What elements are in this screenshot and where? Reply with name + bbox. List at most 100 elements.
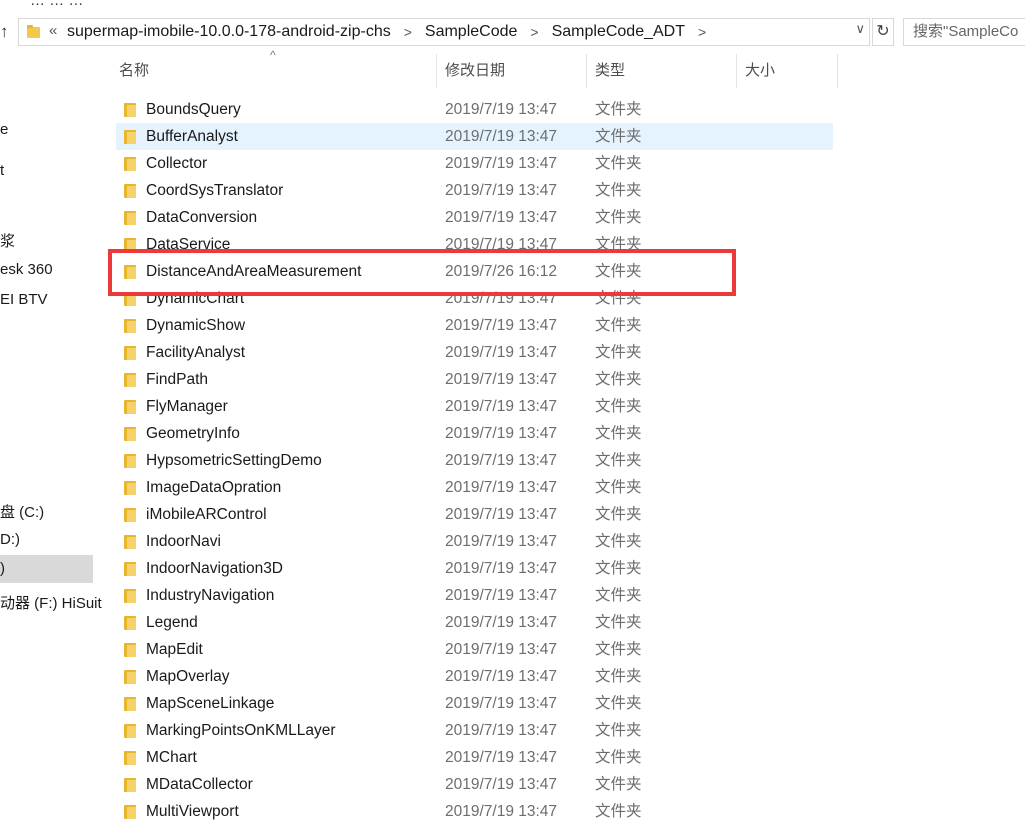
file-row[interactable]: iMobileARControl 2019/7/19 13:47 文件夹: [116, 501, 833, 528]
file-name[interactable]: DistanceAndAreaMeasurement: [146, 258, 361, 285]
file-row[interactable]: MDataCollector 2019/7/19 13:47 文件夹: [116, 771, 833, 798]
file-row[interactable]: HypsometricSettingDemo 2019/7/19 13:47 文件夹: [116, 447, 833, 474]
file-row[interactable]: MChart 2019/7/19 13:47 文件夹: [116, 744, 833, 771]
file-type: 文件夹: [595, 290, 642, 307]
file-name[interactable]: DataService: [146, 231, 230, 258]
file-row[interactable]: IndoorNavigation3D 2019/7/19 13:47 文件夹: [116, 555, 833, 582]
file-row[interactable]: FacilityAnalyst 2019/7/19 13:47 文件夹: [116, 339, 833, 366]
file-name[interactable]: MultiViewport: [146, 798, 239, 825]
file-row[interactable]: FlyManager 2019/7/19 13:47 文件夹: [116, 393, 833, 420]
file-row[interactable]: DataService 2019/7/19 13:47 文件夹: [116, 231, 833, 258]
file-name[interactable]: MapEdit: [146, 636, 203, 663]
file-row[interactable]: DynamicChart 2019/7/19 13:47 文件夹: [116, 285, 833, 312]
file-name[interactable]: ImageDataOpration: [146, 474, 281, 501]
file-row[interactable]: IndustryNavigation 2019/7/19 13:47 文件夹: [116, 582, 833, 609]
nav-item-drive-d[interactable]: D:): [0, 531, 20, 548]
column-header-size[interactable]: 大小: [745, 54, 775, 88]
folder-icon: [124, 616, 136, 630]
ribbon-fragment-text: … … …: [30, 0, 84, 9]
file-name[interactable]: HypsometricSettingDemo: [146, 447, 322, 474]
column-divider[interactable]: [736, 54, 737, 88]
file-modified-date: 2019/7/19 13:47: [445, 290, 558, 307]
file-type: 文件夹: [595, 155, 642, 172]
file-type: 文件夹: [595, 317, 642, 334]
file-row[interactable]: MapEdit 2019/7/19 13:47 文件夹: [116, 636, 833, 663]
breadcrumb-item[interactable]: SampleCode_ADT: [552, 23, 685, 41]
file-name[interactable]: BoundsQuery: [146, 96, 241, 123]
file-name[interactable]: MarkingPointsOnKMLLayer: [146, 717, 336, 744]
file-row[interactable]: MapOverlay 2019/7/19 13:47 文件夹: [116, 663, 833, 690]
file-row[interactable]: DistanceAndAreaMeasurement 2019/7/26 16:1…: [116, 258, 833, 285]
folder-icon: [124, 508, 136, 522]
file-row[interactable]: MarkingPointsOnKMLLayer 2019/7/19 13:47 文件…: [116, 717, 833, 744]
file-row[interactable]: CoordSysTranslator 2019/7/19 13:47 文件夹: [116, 177, 833, 204]
file-type: 文件夹: [595, 587, 642, 604]
breadcrumb-item[interactable]: supermap-imobile-10.0.0-178-android-zip-…: [67, 23, 391, 41]
column-divider[interactable]: [837, 54, 838, 88]
file-row[interactable]: DataConversion 2019/7/19 13:47 文件夹: [116, 204, 833, 231]
file-type: 文件夹: [595, 425, 642, 442]
chevron-right-icon[interactable]: >: [404, 24, 412, 40]
up-arrow-icon[interactable]: ↑: [0, 18, 14, 46]
chevron-right-icon[interactable]: >: [530, 24, 538, 40]
search-input[interactable]: 搜索"SampleCo: [903, 18, 1025, 46]
file-name[interactable]: DynamicShow: [146, 312, 245, 339]
refresh-button[interactable]: ↻: [872, 18, 894, 46]
breadcrumb-item[interactable]: SampleCode: [425, 23, 518, 41]
file-name[interactable]: GeometryInfo: [146, 420, 240, 447]
file-modified-date: 2019/7/19 13:47: [445, 533, 558, 550]
file-row[interactable]: Collector 2019/7/19 13:47 文件夹: [116, 150, 833, 177]
column-header-type[interactable]: 类型: [595, 54, 625, 88]
file-row[interactable]: GeometryInfo 2019/7/19 13:47 文件夹: [116, 420, 833, 447]
file-modified-date: 2019/7/19 13:47: [445, 182, 558, 199]
column-header-row: ^ 名称 修改日期 类型 大小: [112, 48, 838, 88]
file-name[interactable]: MDataCollector: [146, 771, 253, 798]
file-name[interactable]: IndoorNavi: [146, 528, 221, 555]
chevron-right-icon[interactable]: >: [698, 24, 706, 40]
file-name[interactable]: DataConversion: [146, 204, 257, 231]
chevron-down-icon[interactable]: ∨: [855, 21, 865, 37]
file-name[interactable]: IndustryNavigation: [146, 582, 274, 609]
file-row[interactable]: ImageDataOpration 2019/7/19 13:47 文件夹: [116, 474, 833, 501]
address-bar[interactable]: « supermap-imobile-10.0.0-178-android-zi…: [18, 18, 870, 46]
file-name[interactable]: CoordSysTranslator: [146, 177, 283, 204]
column-divider[interactable]: [586, 54, 587, 88]
file-name[interactable]: iMobileARControl: [146, 501, 267, 528]
file-name[interactable]: BufferAnalyst: [146, 123, 238, 150]
nav-item-drive-c[interactable]: 盘 (C:): [0, 501, 44, 522]
column-header-date[interactable]: 修改日期: [445, 54, 505, 88]
breadcrumb: supermap-imobile-10.0.0-178-android-zip-…: [67, 19, 719, 45]
file-name[interactable]: IndoorNavigation3D: [146, 555, 283, 582]
file-row[interactable]: FindPath 2019/7/19 13:47 文件夹: [116, 366, 833, 393]
file-modified-date: 2019/7/19 13:47: [445, 452, 558, 469]
file-row[interactable]: BufferAnalyst 2019/7/19 13:47 文件夹: [116, 123, 833, 150]
nav-item[interactable]: esk 360: [0, 261, 53, 278]
file-name[interactable]: MChart: [146, 744, 197, 771]
nav-item[interactable]: 浆: [0, 230, 15, 251]
file-row[interactable]: MapSceneLinkage 2019/7/19 13:47 文件夹: [116, 690, 833, 717]
file-row[interactable]: BoundsQuery 2019/7/19 13:47 文件夹: [116, 96, 833, 123]
nav-item-selected[interactable]: ): [0, 555, 93, 583]
nav-item[interactable]: e: [0, 121, 8, 138]
nav-item[interactable]: t: [0, 162, 4, 179]
column-header-name[interactable]: 名称: [119, 54, 149, 88]
file-name[interactable]: FacilityAnalyst: [146, 339, 245, 366]
file-row[interactable]: Legend 2019/7/19 13:47 文件夹: [116, 609, 833, 636]
file-row[interactable]: IndoorNavi 2019/7/19 13:47 文件夹: [116, 528, 833, 555]
file-modified-date: 2019/7/26 16:12: [445, 263, 558, 280]
file-type: 文件夹: [595, 749, 642, 766]
file-name[interactable]: MapOverlay: [146, 663, 230, 690]
file-name[interactable]: FlyManager: [146, 393, 228, 420]
file-row[interactable]: MultiViewport 2019/7/19 13:47 文件夹: [116, 798, 833, 825]
file-name[interactable]: Collector: [146, 150, 207, 177]
folder-icon: [124, 427, 136, 441]
breadcrumb-overflow-button[interactable]: «: [49, 22, 57, 39]
file-name[interactable]: DynamicChart: [146, 285, 244, 312]
nav-item-drive-f[interactable]: 动器 (F:) HiSuit: [0, 592, 102, 613]
column-divider[interactable]: [436, 54, 437, 88]
file-name[interactable]: Legend: [146, 609, 198, 636]
nav-item[interactable]: EI BTV: [0, 291, 48, 308]
file-name[interactable]: FindPath: [146, 366, 208, 393]
file-name[interactable]: MapSceneLinkage: [146, 690, 274, 717]
file-row[interactable]: DynamicShow 2019/7/19 13:47 文件夹: [116, 312, 833, 339]
